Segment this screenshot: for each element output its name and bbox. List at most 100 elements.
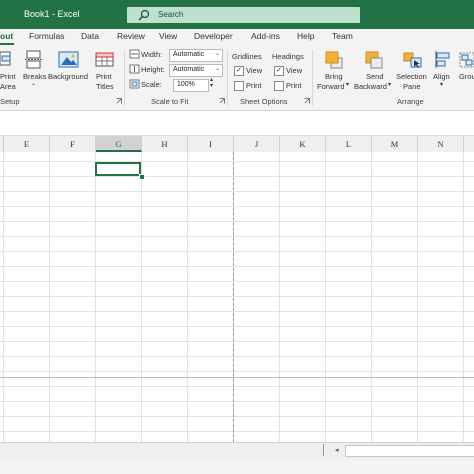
column-header-row: E F G H I J K L M N bbox=[0, 135, 474, 153]
headings-view-label: View bbox=[286, 66, 303, 75]
scale-spinner[interactable]: 100% bbox=[173, 79, 209, 92]
chevron-down-icon: ⌄ bbox=[214, 51, 220, 57]
column-header-e[interactable]: E bbox=[4, 136, 50, 152]
scale-value: 100% bbox=[177, 81, 195, 88]
print-titles-label-1: Print bbox=[96, 72, 112, 81]
column-header-k[interactable]: K bbox=[280, 136, 326, 152]
column-header-h[interactable]: H bbox=[142, 136, 188, 152]
gridlines-view-checkbox[interactable]: ✓ bbox=[234, 66, 244, 76]
send-backward-icon bbox=[365, 51, 383, 69]
bring-forward-label-2: Forward bbox=[317, 82, 345, 91]
search-box[interactable]: Search bbox=[127, 7, 360, 23]
width-dropdown[interactable]: Automatic ⌄ bbox=[169, 49, 223, 62]
row-gridline bbox=[0, 266, 474, 267]
column-gridline bbox=[95, 152, 96, 442]
print-titles-icon bbox=[95, 52, 114, 67]
column-header-f[interactable]: F bbox=[50, 136, 96, 152]
selection-pane-button[interactable] bbox=[402, 50, 424, 70]
tab-add-ins[interactable]: Add-ins bbox=[251, 31, 280, 41]
column-gridline bbox=[187, 152, 188, 442]
active-cell-g[interactable] bbox=[95, 162, 141, 176]
selection-pane-icon bbox=[403, 52, 422, 68]
row-gridline bbox=[0, 416, 474, 417]
tab-review[interactable]: Review bbox=[117, 31, 145, 41]
align-dropdown-icon[interactable]: ▾ bbox=[440, 81, 443, 88]
tab-formulas[interactable]: Formulas bbox=[29, 31, 64, 41]
bring-forward-button[interactable] bbox=[323, 50, 345, 70]
column-gridline bbox=[463, 152, 464, 442]
send-backward-dropdown-icon[interactable]: ▾ bbox=[388, 81, 391, 88]
column-header-n[interactable]: N bbox=[418, 136, 464, 152]
bring-forward-dropdown-icon[interactable]: ▾ bbox=[346, 81, 349, 88]
tab-view[interactable]: View bbox=[159, 31, 177, 41]
row-gridline bbox=[0, 401, 474, 402]
sheet-options-group-label: Sheet Options bbox=[240, 97, 288, 106]
horizontal-scrollbar[interactable] bbox=[345, 445, 474, 457]
scale-icon bbox=[129, 79, 140, 89]
ribbon: Print Area Breaks ⌄ Background Print Tit… bbox=[0, 46, 474, 111]
selection-pane-label-1: Selection bbox=[396, 72, 427, 81]
scale-spin-icon[interactable]: ▴ ▾ bbox=[210, 77, 213, 89]
column-gridline bbox=[49, 152, 50, 442]
send-backward-button[interactable] bbox=[363, 50, 385, 70]
column-header-g[interactable]: G bbox=[96, 136, 142, 152]
search-label: Search bbox=[158, 10, 184, 19]
scale-to-fit-group-label: Scale to Fit bbox=[151, 97, 189, 106]
group-separator bbox=[227, 50, 228, 106]
scroll-left-icon[interactable]: ◂ bbox=[335, 446, 339, 454]
align-label: Align bbox=[433, 72, 450, 81]
tab-data[interactable]: Data bbox=[81, 31, 99, 41]
align-button[interactable] bbox=[434, 50, 452, 70]
height-dropdown[interactable]: Automatic ⌄ bbox=[169, 64, 223, 77]
headings-print-checkbox[interactable] bbox=[274, 81, 284, 91]
row-gridline bbox=[0, 341, 474, 342]
chevron-down-icon: ⌄ bbox=[214, 66, 220, 72]
worksheet-grid[interactable] bbox=[0, 152, 474, 442]
ribbon-tabs: out Formulas Data Review View Developer … bbox=[0, 29, 474, 46]
headings-label: Headings bbox=[272, 52, 304, 61]
column-header-m[interactable]: M bbox=[372, 136, 418, 152]
height-icon bbox=[129, 64, 140, 74]
group-objects-button[interactable] bbox=[459, 50, 474, 70]
send-backward-label-2: Backward bbox=[354, 82, 387, 91]
tab-page-layout[interactable]: out bbox=[0, 31, 13, 41]
page-break-line bbox=[233, 152, 234, 442]
print-titles-label-2: Titles bbox=[96, 82, 114, 91]
column-gridline bbox=[371, 152, 372, 442]
background-button[interactable] bbox=[58, 50, 80, 70]
status-bar bbox=[0, 459, 474, 474]
print-titles-button[interactable] bbox=[95, 50, 115, 70]
gridlines-print-checkbox[interactable] bbox=[234, 81, 244, 91]
tab-developer[interactable]: Developer bbox=[194, 31, 233, 41]
bring-forward-icon bbox=[325, 51, 343, 69]
row-gridline bbox=[0, 191, 474, 192]
bring-forward-label-1: Bring bbox=[325, 72, 343, 81]
breaks-button[interactable] bbox=[25, 50, 43, 70]
background-label: Background bbox=[48, 72, 89, 81]
tab-team[interactable]: Team bbox=[332, 31, 353, 41]
page-break-horizontal bbox=[0, 377, 474, 378]
sheet-options-launcher-icon[interactable] bbox=[304, 98, 310, 104]
print-area-button[interactable] bbox=[0, 50, 16, 70]
headings-view-checkbox[interactable]: ✓ bbox=[274, 66, 284, 76]
column-gridline bbox=[279, 152, 280, 442]
scale-to-fit-launcher-icon[interactable] bbox=[219, 98, 225, 104]
width-label: Width: bbox=[141, 50, 163, 59]
breaks-dropdown-icon[interactable]: ⌄ bbox=[31, 80, 36, 87]
column-header-j[interactable]: J bbox=[234, 136, 280, 152]
breaks-icon bbox=[25, 50, 43, 69]
page-setup-launcher-icon[interactable] bbox=[116, 98, 122, 104]
row-gridline bbox=[0, 206, 474, 207]
tab-help[interactable]: Help bbox=[297, 31, 314, 41]
window-title: Book1 - Excel bbox=[24, 9, 80, 19]
column-gridline bbox=[325, 152, 326, 442]
column-header-l[interactable]: L bbox=[326, 136, 372, 152]
headings-print-label: Print bbox=[286, 81, 302, 90]
group-separator bbox=[312, 50, 313, 106]
column-header-i[interactable]: I bbox=[188, 136, 234, 152]
fill-handle[interactable] bbox=[139, 174, 145, 180]
scroll-splitter[interactable] bbox=[323, 444, 324, 456]
formula-area-gap bbox=[0, 111, 474, 135]
background-image-icon bbox=[58, 51, 79, 68]
print-area-label-1: Print bbox=[0, 72, 16, 81]
